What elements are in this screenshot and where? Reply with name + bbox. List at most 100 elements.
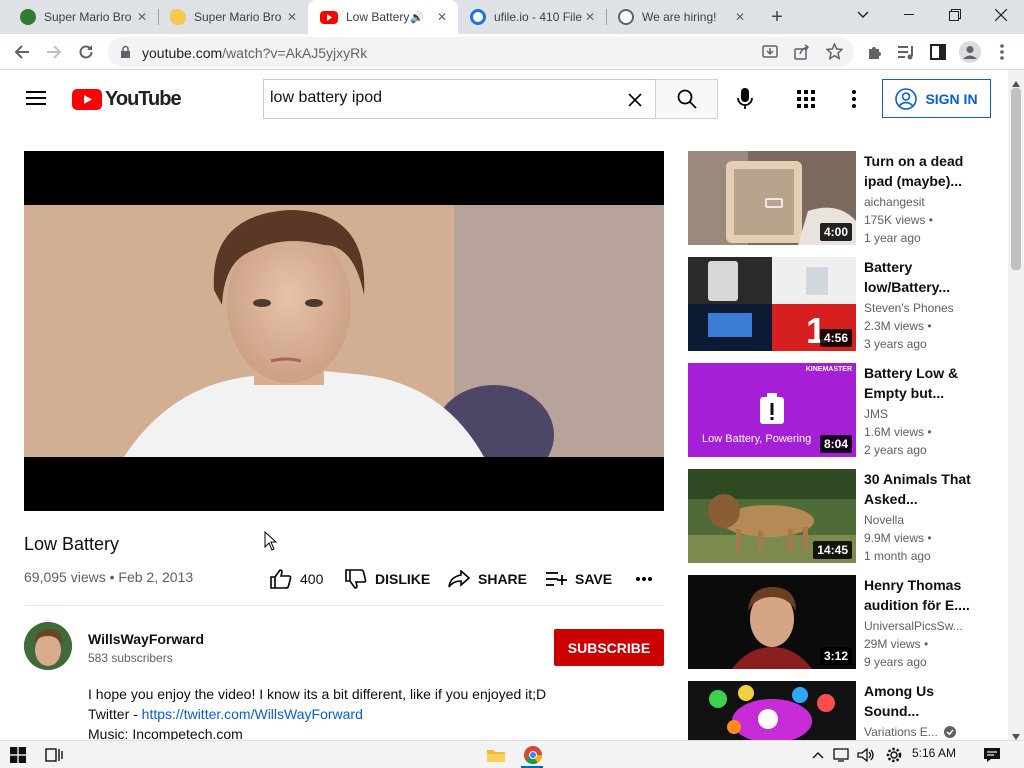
settings-gear-icon[interactable] [884,745,904,765]
extensions-puzzle-icon[interactable] [862,40,886,64]
forward-arrow-icon[interactable] [42,40,66,64]
share-button[interactable]: SHARE [448,567,527,591]
channel-name[interactable]: WillsWayForward [88,631,204,647]
recommendation-title[interactable]: Battery Low & Empty but... [864,363,972,403]
recommendation-channel[interactable]: Steven's Phones [864,301,954,315]
speaker-audio-icon[interactable]: 🔊 [410,11,424,24]
chrome-taskbar-icon[interactable] [523,745,543,765]
close-tab-icon[interactable]: ✕ [582,9,598,25]
settings-more-icon[interactable] [852,90,856,113]
youtube-header: YouTube SIGN IN [0,70,1008,128]
reload-icon[interactable] [74,40,98,64]
recommendation-item[interactable]: 4:00 Turn on a dead ipad (maybe)... aich… [688,151,988,245]
recommendation-item[interactable]: Among Us Sound... Variations E... [688,681,988,740]
recommendation-item[interactable]: KINEMASTER Low Battery, Powering 8:04 Ba… [688,363,988,457]
new-tab-button[interactable]: + [766,6,788,28]
tab-title: Super Mario Bro [194,10,282,24]
recommendation-title[interactable]: Turn on a dead ipad (maybe)... [864,151,972,191]
close-tab-icon[interactable]: ✕ [434,9,450,25]
hamburger-menu-icon[interactable] [26,90,46,111]
tab-search-chevron-icon[interactable] [840,0,886,30]
recommendation-channel[interactable]: Novella [864,513,904,527]
sign-in-label: SIGN IN [925,90,978,107]
video-still-image [24,205,664,457]
scrollbar-thumb[interactable] [1011,88,1021,270]
recommendation-thumbnail[interactable]: 14:45 [688,469,856,563]
recommendation-title[interactable]: Among Us Sound... [864,681,972,721]
volume-icon[interactable] [856,745,876,765]
description-line: Twitter - https://twitter.com/WillsWayFo… [88,706,363,722]
kinemaster-watermark: KINEMASTER [805,366,852,373]
section-divider [24,605,664,606]
windows-start-icon[interactable] [8,745,28,765]
dislike-button[interactable]: DISLIKE [345,567,430,591]
url-host: youtube.com [142,45,223,61]
twitter-link[interactable]: https://twitter.com/WillsWayForward [142,706,363,722]
globe-favicon-icon [618,9,634,25]
profile-avatar-icon[interactable] [958,40,982,64]
clear-search-icon[interactable] [628,93,642,107]
recommendation-item[interactable]: 3:12 Henry Thomas audition för E.... Uni… [688,575,988,669]
browser-menu-icon[interactable] [990,40,1014,64]
tab-title: Low Battery [346,10,410,24]
recommendation-thumbnail[interactable]: 4:00 [688,151,856,245]
search-button[interactable] [655,79,718,119]
bookmark-star-icon[interactable] [826,43,843,60]
browser-tab[interactable]: ufile.io - 410 File ✕ [458,0,606,34]
close-tab-icon[interactable]: ✕ [134,9,150,25]
youtube-logo[interactable]: YouTube [72,88,182,111]
file-explorer-icon[interactable] [486,745,506,765]
url-path: /watch?v=AkAJ5yjxyRk [222,45,368,61]
like-button[interactable]: 400 [270,567,323,591]
restore-button[interactable] [932,0,978,30]
save-button[interactable]: SAVE [545,567,612,591]
youtube-logo-text: YouTube [105,88,182,110]
recommendation-channel[interactable]: JMS [864,407,888,421]
search-icon [677,89,697,109]
more-actions-icon[interactable] [636,567,652,591]
lock-icon[interactable] [120,45,131,59]
network-icon[interactable] [832,745,852,765]
share-page-icon[interactable] [794,44,810,60]
channel-avatar[interactable] [24,622,72,670]
notifications-icon[interactable] [982,745,1002,765]
side-panel-icon[interactable] [926,40,950,64]
recommendation-title[interactable]: 30 Animals That Asked... [864,469,972,509]
microphone-icon[interactable] [737,88,753,115]
close-window-button[interactable] [978,0,1024,30]
taskbar-clock[interactable]: 5:16 AM [912,746,956,760]
video-frame[interactable] [24,205,664,457]
recommendation-thumbnail[interactable]: 1 4:56 [688,257,856,351]
recommendation-item[interactable]: 14:45 30 Animals That Asked... Novella 9… [688,469,988,563]
browser-tab-active[interactable]: Low Battery 🔊 ✕ [308,0,458,34]
close-tab-icon[interactable]: ✕ [284,9,300,25]
recommendation-item[interactable]: 1 4:56 Battery low/Battery... Steven's P… [688,257,988,351]
browser-tab[interactable]: Super Mario Bro ✕ [158,0,308,34]
task-view-icon[interactable] [44,745,64,765]
recommendation-channel[interactable]: Variations E... [864,725,956,739]
recommendation-title[interactable]: Battery low/Battery... [864,257,972,297]
search-box[interactable] [263,79,655,119]
browser-tab[interactable]: We are hiring! ✕ [606,0,756,34]
address-bar[interactable]: youtube.com/watch?v=AkAJ5yjxyRk [108,37,854,67]
recommendation-thumbnail[interactable] [688,681,856,740]
browser-tab[interactable]: Super Mario Bro ✕ [8,0,158,34]
subscribe-button[interactable]: SUBSCRIBE [554,629,664,666]
recommendation-channel[interactable]: aichangesit [864,195,925,209]
minimize-button[interactable] [886,0,932,30]
recommendation-thumbnail[interactable]: KINEMASTER Low Battery, Powering 8:04 [688,363,856,457]
battery-warning-icon [760,393,784,424]
apps-grid-icon[interactable] [797,90,815,113]
video-player[interactable] [24,151,664,511]
recommendation-channel[interactable]: UniversalPicsSw... [864,619,963,633]
recommendation-thumbnail[interactable]: 3:12 [688,575,856,669]
show-hidden-icons-chevron-icon[interactable] [808,745,828,765]
close-tab-icon[interactable]: ✕ [732,9,748,25]
thumbs-up-icon [270,569,292,589]
recommendation-title[interactable]: Henry Thomas audition för E.... [864,575,972,615]
media-control-icon[interactable] [894,40,918,64]
search-input[interactable] [270,89,610,107]
back-arrow-icon[interactable] [10,40,34,64]
install-app-icon[interactable] [762,44,778,60]
sign-in-button[interactable]: SIGN IN [882,79,991,118]
